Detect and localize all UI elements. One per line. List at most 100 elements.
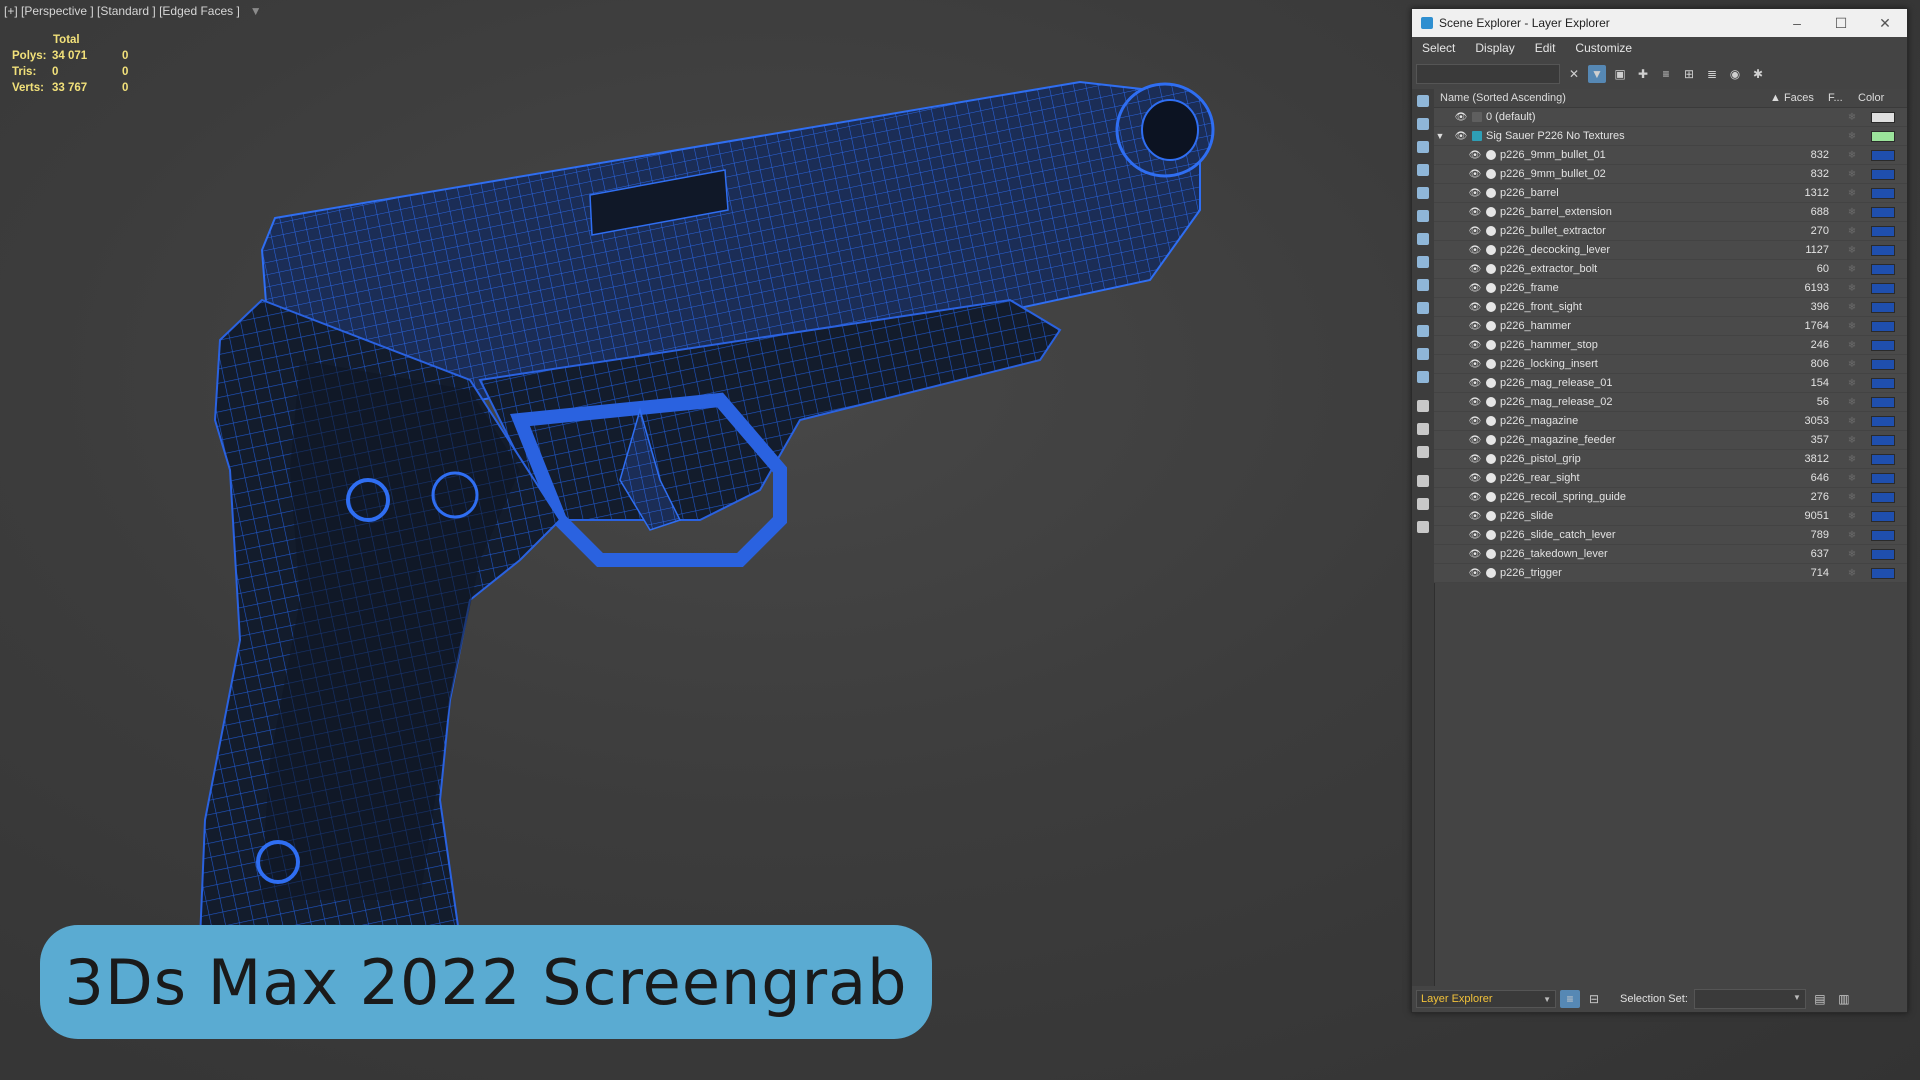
object-row[interactable]: 👁 p226_extractor_bolt 60 ❄	[1434, 260, 1907, 279]
visibility-eye-icon[interactable]: 👁	[1468, 416, 1482, 427]
object-row[interactable]: 👁 p226_bullet_extractor 270 ❄	[1434, 222, 1907, 241]
object-name[interactable]: p226_barrel	[1500, 187, 1781, 199]
visibility-eye-icon[interactable]: 👁	[1468, 264, 1482, 275]
object-color-swatch[interactable]	[1871, 282, 1895, 294]
object-name[interactable]: p226_frame	[1500, 282, 1781, 294]
layer-color-swatch[interactable]	[1871, 130, 1895, 142]
viewport-label[interactable]: [+] [Perspective ] [Standard ] [Edged Fa…	[4, 4, 262, 18]
object-name[interactable]: p226_magazine	[1500, 415, 1781, 427]
object-name[interactable]: p226_hammer_stop	[1500, 339, 1781, 351]
display-all-icon[interactable]	[1412, 89, 1434, 112]
object-row[interactable]: 👁 p226_9mm_bullet_01 832 ❄	[1434, 146, 1907, 165]
freeze-icon[interactable]: ❄	[1837, 169, 1867, 180]
select-invert-icon[interactable]	[1412, 440, 1434, 463]
object-name[interactable]: p226_magazine_feeder	[1500, 434, 1781, 446]
visibility-eye-icon[interactable]: 👁	[1468, 454, 1482, 465]
object-name[interactable]: p226_bullet_extractor	[1500, 225, 1781, 237]
object-name[interactable]: p226_mag_release_01	[1500, 377, 1781, 389]
visibility-eye-icon[interactable]: 👁	[1454, 112, 1468, 123]
freeze-icon[interactable]: ❄	[1837, 568, 1867, 579]
add-to-layer-icon[interactable]: ✚	[1634, 65, 1652, 83]
object-row[interactable]: 👁 p226_decocking_lever 1127 ❄	[1434, 241, 1907, 260]
hierarchy-mode-icon[interactable]: ⊟	[1584, 990, 1604, 1008]
layer-color-swatch[interactable]	[1871, 111, 1895, 123]
object-row[interactable]: 👁 p226_barrel_extension 688 ❄	[1434, 203, 1907, 222]
object-color-swatch[interactable]	[1871, 434, 1895, 446]
visibility-eye-icon[interactable]: 👁	[1468, 511, 1482, 522]
lights-icon[interactable]	[1412, 158, 1434, 181]
object-row[interactable]: 👁 p226_mag_release_01 154 ❄	[1434, 374, 1907, 393]
object-row[interactable]: 👁 p226_slide_catch_lever 789 ❄	[1434, 526, 1907, 545]
freeze-icon[interactable]: ❄	[1837, 321, 1867, 332]
menu-customize[interactable]: Customize	[1565, 41, 1642, 55]
object-name[interactable]: p226_barrel_extension	[1500, 206, 1781, 218]
object-color-swatch[interactable]	[1871, 358, 1895, 370]
frozen-icon[interactable]	[1412, 342, 1434, 365]
object-name[interactable]: p226_slide_catch_lever	[1500, 529, 1781, 541]
filter-toggle-icon[interactable]: ▼	[1588, 65, 1606, 83]
object-name[interactable]: p226_mag_release_02	[1500, 396, 1781, 408]
select-none-icon[interactable]	[1412, 417, 1434, 440]
object-name[interactable]: p226_rear_sight	[1500, 472, 1781, 484]
freeze-icon[interactable]: ❄	[1837, 378, 1867, 389]
shapes-icon[interactable]	[1412, 135, 1434, 158]
search-input[interactable]	[1416, 64, 1560, 84]
menu-display[interactable]: Display	[1465, 41, 1524, 55]
containers-icon[interactable]	[1412, 319, 1434, 342]
visibility-eye-icon[interactable]: 👁	[1468, 150, 1482, 161]
explorer-titlebar[interactable]: Scene Explorer - Layer Explorer – ☐ ✕	[1412, 9, 1907, 37]
visibility-eye-icon[interactable]: 👁	[1468, 397, 1482, 408]
edit-selection-set-icon[interactable]: ▥	[1834, 990, 1854, 1008]
visibility-eye-icon[interactable]: 👁	[1468, 530, 1482, 541]
menu-edit[interactable]: Edit	[1525, 41, 1566, 55]
visibility-eye-icon[interactable]: 👁	[1468, 321, 1482, 332]
freeze-icon[interactable]: ❄	[1837, 454, 1867, 465]
object-row[interactable]: 👁 p226_slide 9051 ❄	[1434, 507, 1907, 526]
object-color-swatch[interactable]	[1871, 567, 1895, 579]
object-name[interactable]: p226_recoil_spring_guide	[1500, 491, 1781, 503]
object-color-swatch[interactable]	[1871, 168, 1895, 180]
freeze-icon[interactable]: ❄	[1837, 264, 1867, 275]
visibility-eye-icon[interactable]: 👁	[1468, 283, 1482, 294]
freeze-icon[interactable]: ❄	[1837, 416, 1867, 427]
freeze-icon[interactable]: ❄	[1837, 530, 1867, 541]
object-color-swatch[interactable]	[1871, 244, 1895, 256]
freeze-icon[interactable]: ❄	[1837, 435, 1867, 446]
freeze-icon[interactable]: ❄	[1837, 511, 1867, 522]
layer-row-group[interactable]: ▼ 👁 Sig Sauer P226 No Textures ❄	[1434, 127, 1907, 146]
object-name[interactable]: p226_trigger	[1500, 567, 1781, 579]
object-name[interactable]: p226_decocking_lever	[1500, 244, 1781, 256]
object-row[interactable]: 👁 p226_9mm_bullet_02 832 ❄	[1434, 165, 1907, 184]
visibility-eye-icon[interactable]: 👁	[1468, 435, 1482, 446]
freeze-icon[interactable]: ❄	[1837, 492, 1867, 503]
scene-explorer-window[interactable]: Scene Explorer - Layer Explorer – ☐ ✕ Se…	[1411, 8, 1908, 1013]
freeze-icon[interactable]: ❄	[1837, 473, 1867, 484]
layer-row-default[interactable]: 👁 0 (default) ❄	[1434, 108, 1907, 127]
freeze-icon[interactable]: ❄	[1837, 283, 1867, 294]
column-faces[interactable]: ▲ Faces	[1770, 92, 1828, 104]
visibility-eye-icon[interactable]: 👁	[1468, 340, 1482, 351]
object-row[interactable]: 👁 p226_hammer 1764 ❄	[1434, 317, 1907, 336]
object-row[interactable]: 👁 p226_takedown_lever 637 ❄	[1434, 545, 1907, 564]
freeze-icon[interactable]: ❄	[1837, 245, 1867, 256]
hidden-icon[interactable]	[1412, 365, 1434, 388]
object-color-swatch[interactable]	[1871, 510, 1895, 522]
layer-name[interactable]: Sig Sauer P226 No Textures	[1486, 130, 1781, 142]
clear-search-icon[interactable]: ✕	[1565, 65, 1583, 83]
pistol-wireframe-model[interactable]	[0, 0, 1400, 1080]
object-row[interactable]: 👁 p226_hammer_stop 246 ❄	[1434, 336, 1907, 355]
object-color-swatch[interactable]	[1871, 396, 1895, 408]
visibility-eye-icon[interactable]: 👁	[1468, 207, 1482, 218]
object-row[interactable]: 👁 p226_locking_insert 806 ❄	[1434, 355, 1907, 374]
helpers-icon[interactable]	[1412, 204, 1434, 227]
object-color-swatch[interactable]	[1871, 225, 1895, 237]
cameras-icon[interactable]	[1412, 181, 1434, 204]
visibility-eye-icon[interactable]: 👁	[1468, 169, 1482, 180]
selection-set-dropdown[interactable]: ▼	[1693, 989, 1806, 1009]
object-row[interactable]: 👁 p226_barrel 1312 ❄	[1434, 184, 1907, 203]
object-row[interactable]: 👁 p226_recoil_spring_guide 276 ❄	[1434, 488, 1907, 507]
new-selection-set-icon[interactable]: ▤	[1810, 990, 1830, 1008]
object-color-swatch[interactable]	[1871, 339, 1895, 351]
freeze-icon[interactable]: ❄	[1837, 226, 1867, 237]
object-row[interactable]: 👁 p226_pistol_grip 3812 ❄	[1434, 450, 1907, 469]
